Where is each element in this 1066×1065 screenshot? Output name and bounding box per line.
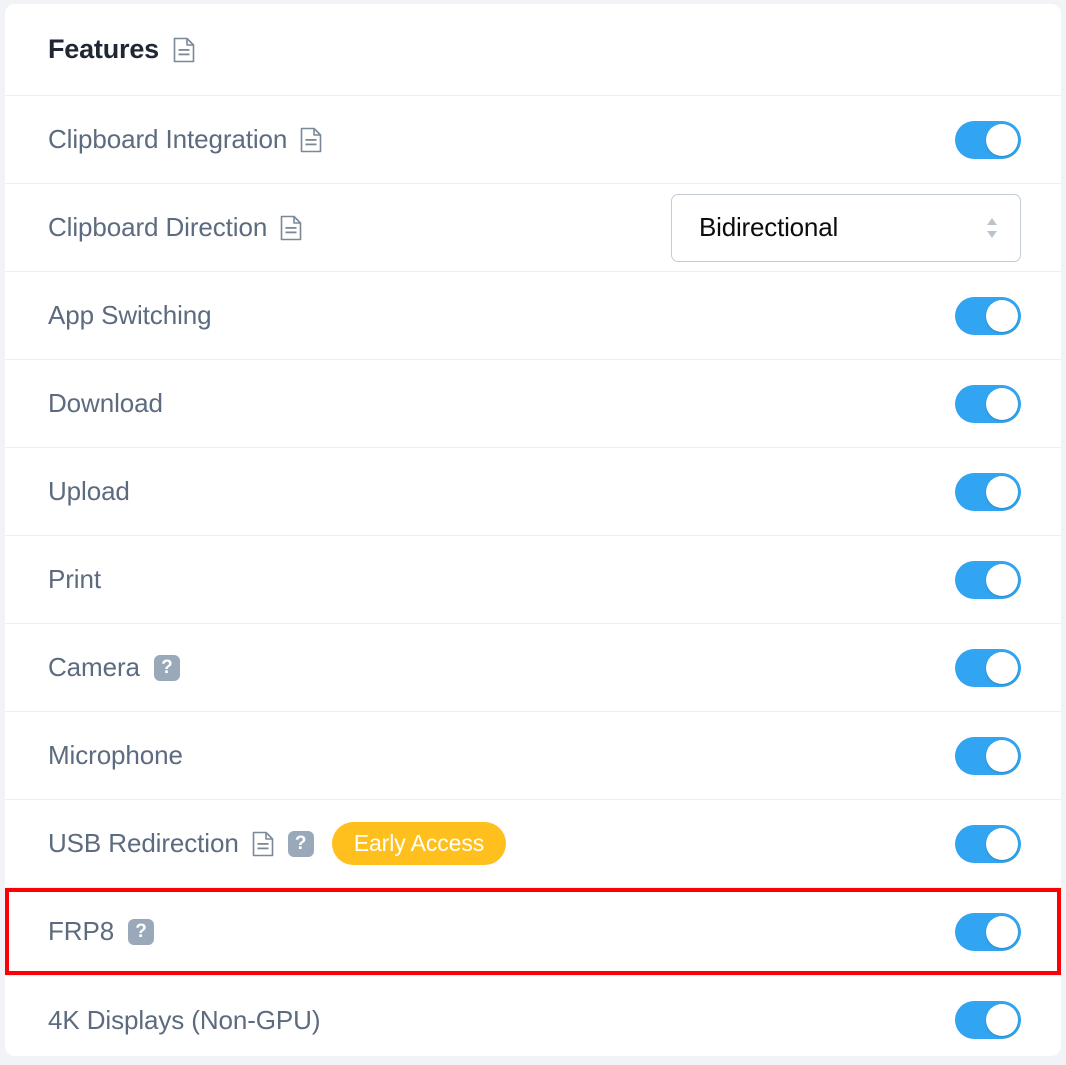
help-icon[interactable]: ? [153, 654, 180, 681]
feature-row-frp8: FRP8? [5, 888, 1061, 976]
feature-row-left: Camera? [48, 652, 180, 683]
feature-row-clipboard-integration: Clipboard Integration [5, 96, 1061, 184]
feature-row-app-switching: App Switching [5, 272, 1061, 360]
toggle-knob [986, 299, 1018, 332]
feature-label: FRP8 [48, 916, 115, 946]
feature-label: Upload [48, 476, 130, 506]
help-icon[interactable]: ? [287, 830, 314, 857]
feature-label: Print [48, 564, 101, 594]
features-card: Features Clipboard Integration Clipboard … [5, 4, 1061, 1056]
feature-row-left: App Switching [48, 300, 212, 331]
status-badge: Early Access [331, 822, 507, 865]
help-icon[interactable]: ? [128, 918, 155, 945]
feature-row-control [955, 1001, 1021, 1039]
feature-row-4k-displays-non-gpu: 4K Displays (Non-GPU) [5, 976, 1061, 1056]
feature-row-print: Print [5, 536, 1061, 624]
toggle-download[interactable] [955, 384, 1021, 423]
feature-label: Download [48, 388, 163, 418]
toggle-clipboard-integration[interactable] [955, 120, 1021, 159]
toggle-microphone[interactable] [955, 736, 1021, 775]
feature-row-control [955, 472, 1021, 511]
feature-row-left: Print [48, 564, 101, 595]
feature-label: USB Redirection [48, 828, 239, 858]
toggle-knob [986, 915, 1018, 948]
toggle-print[interactable] [955, 560, 1021, 599]
feature-row-control [955, 912, 1021, 951]
feature-label: 4K Displays (Non-GPU) [48, 1004, 321, 1035]
toggle-frp8[interactable] [955, 912, 1021, 951]
toggle-knob [986, 563, 1018, 596]
feature-label: App Switching [48, 300, 212, 330]
feature-row-control [955, 560, 1021, 599]
feature-row-microphone: Microphone [5, 712, 1061, 800]
feature-row-left: 4K Displays (Non-GPU) [48, 1004, 321, 1036]
feature-label: Microphone [48, 740, 183, 770]
feature-row-control [955, 648, 1021, 687]
document-icon[interactable] [300, 127, 322, 153]
toggle-usb-redirection[interactable] [955, 824, 1021, 863]
toggle-camera[interactable] [955, 648, 1021, 687]
features-settings-page: Features Clipboard Integration Clipboard … [0, 0, 1066, 1065]
toggle-knob [986, 475, 1018, 508]
features-row-list: Clipboard Integration Clipboard Direction… [5, 96, 1061, 1056]
document-icon[interactable] [280, 215, 302, 241]
toggle-upload[interactable] [955, 472, 1021, 511]
feature-row-left: Upload [48, 476, 130, 507]
feature-row-control [955, 296, 1021, 335]
document-icon[interactable] [173, 37, 195, 63]
feature-row-left: Clipboard Direction [48, 212, 302, 243]
feature-row-camera: Camera? [5, 624, 1061, 712]
feature-row-usb-redirection: USB Redirection? Early Access [5, 800, 1061, 888]
toggle-knob [986, 827, 1018, 860]
feature-row-left: USB Redirection? Early Access [48, 822, 507, 865]
feature-label: Camera [48, 652, 140, 682]
feature-row-control [955, 736, 1021, 775]
feature-row-upload: Upload [5, 448, 1061, 536]
toggle-app-switching[interactable] [955, 296, 1021, 335]
toggle-4k-displays-non-gpu[interactable] [955, 1001, 1021, 1039]
toggle-knob [986, 387, 1018, 420]
feature-row-control [955, 384, 1021, 423]
chevron-updown-icon[interactable] [984, 213, 1000, 243]
document-icon[interactable] [252, 831, 274, 857]
feature-row-left: Download [48, 388, 163, 419]
page-title: Features [48, 34, 159, 64]
feature-row-control: Bidirectional [671, 193, 1021, 262]
feature-row-left: FRP8? [48, 916, 155, 947]
card-header: Features [5, 4, 1061, 96]
feature-label: Clipboard Direction [48, 212, 268, 242]
feature-row-control [955, 120, 1021, 159]
select-value: Bidirectional [699, 212, 839, 242]
toggle-knob [986, 739, 1018, 772]
select-clipboard-direction[interactable]: Bidirectional [671, 193, 1021, 262]
feature-row-control [955, 824, 1021, 863]
toggle-knob [986, 1004, 1018, 1036]
toggle-knob [986, 123, 1018, 156]
feature-label: Clipboard Integration [48, 124, 288, 154]
toggle-knob [986, 651, 1018, 684]
feature-row-download: Download [5, 360, 1061, 448]
feature-row-left: Microphone [48, 740, 183, 771]
feature-row-left: Clipboard Integration [48, 124, 322, 155]
feature-row-clipboard-direction: Clipboard Direction Bidirectional [5, 184, 1061, 272]
